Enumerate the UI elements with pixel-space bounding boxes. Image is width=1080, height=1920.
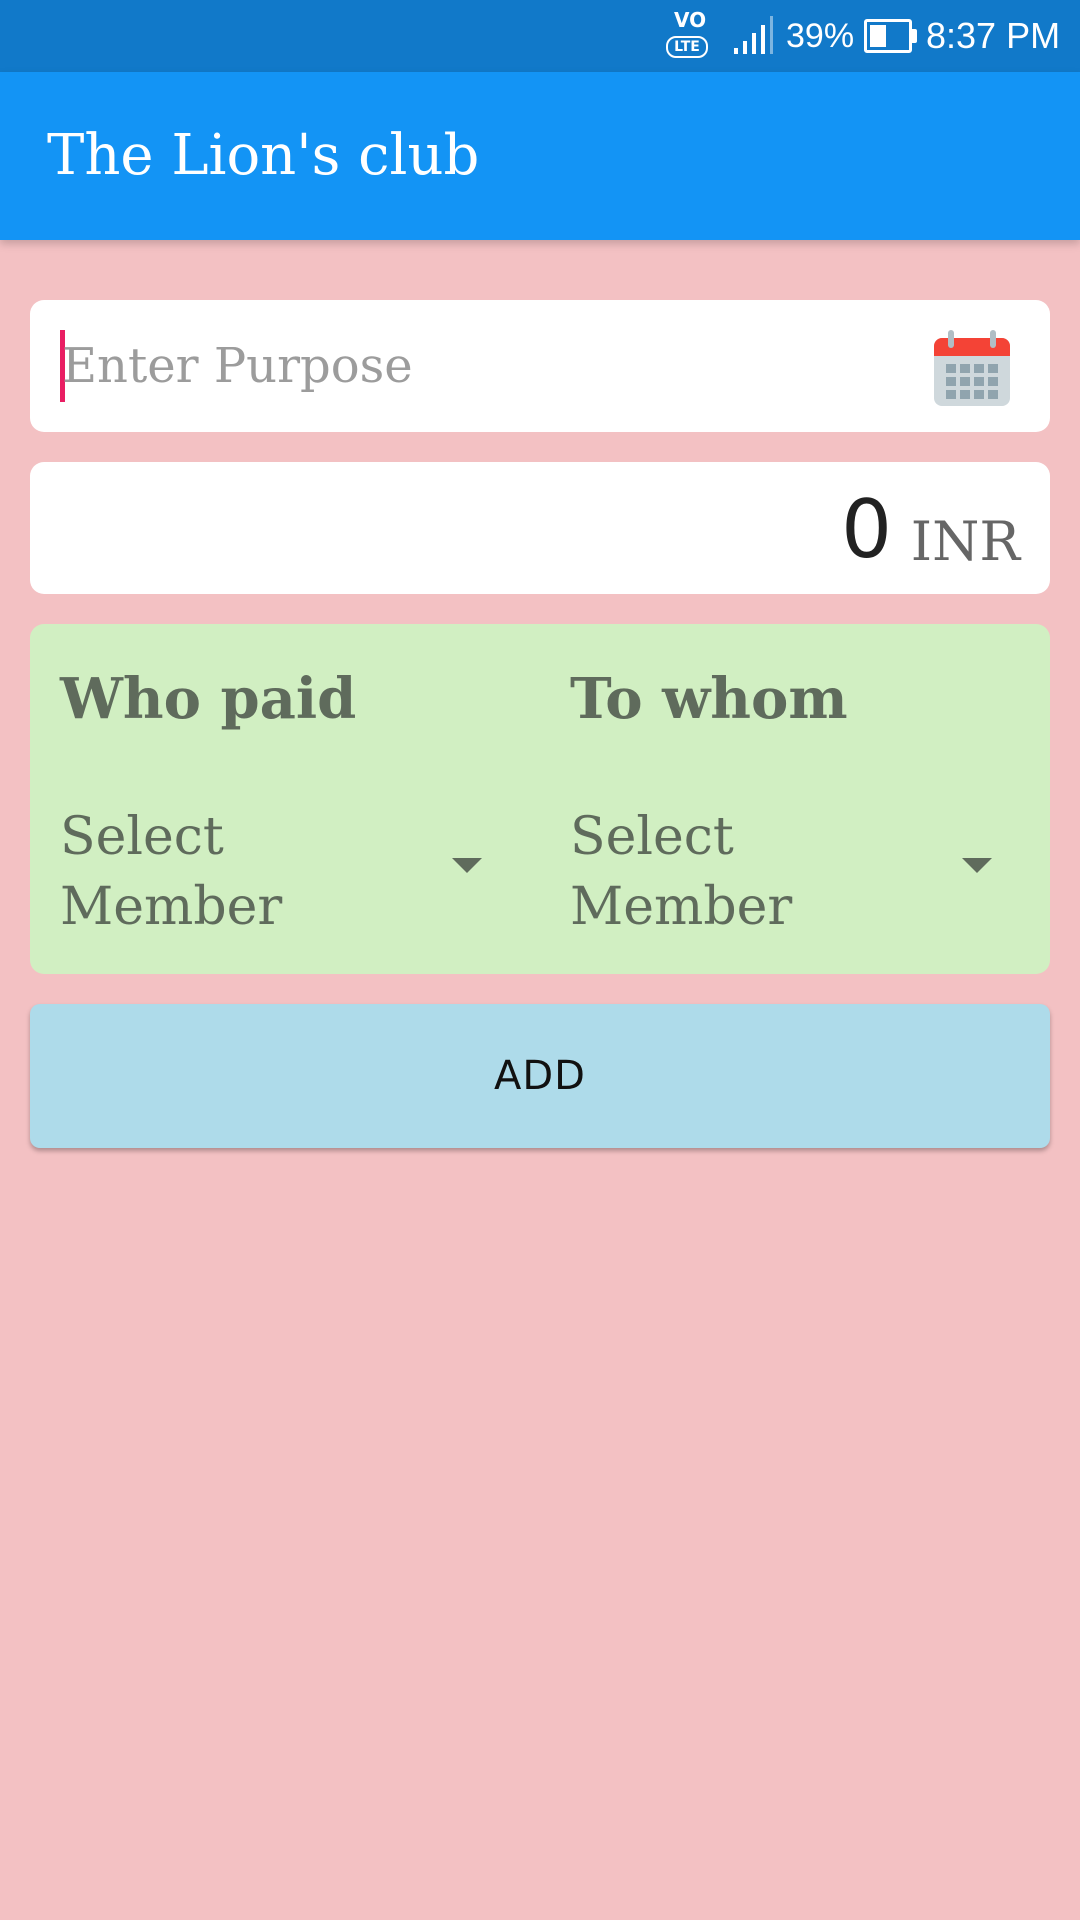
currency-label: INR bbox=[910, 510, 1020, 573]
app-title: The Lion's club bbox=[47, 123, 480, 188]
purpose-card bbox=[30, 300, 1050, 432]
volte-icon: VO LTE bbox=[664, 0, 712, 72]
to-whom-selected: Select Member bbox=[570, 807, 793, 937]
chevron-down-icon bbox=[452, 858, 482, 873]
payment-card: Who paid To whom Select Member Select Me… bbox=[30, 624, 1050, 974]
to-whom-select[interactable]: Select Member bbox=[570, 802, 1010, 942]
who-paid-title: Who paid bbox=[60, 666, 357, 732]
status-bar: VO LTE 39% 8:37 PM bbox=[0, 0, 1080, 72]
battery-fill bbox=[870, 25, 886, 47]
calendar-icon[interactable] bbox=[932, 328, 1012, 408]
add-button[interactable]: ADD bbox=[30, 1004, 1050, 1148]
lte-label: LTE bbox=[666, 36, 708, 58]
volte-label: VO bbox=[674, 8, 707, 32]
amount-value[interactable]: 0 bbox=[841, 484, 892, 576]
chevron-down-icon bbox=[962, 858, 992, 873]
purpose-input[interactable] bbox=[60, 324, 940, 408]
battery-percent: 39% bbox=[786, 16, 855, 55]
who-paid-selected: Select Member bbox=[60, 807, 283, 937]
signal-icon bbox=[732, 0, 776, 72]
clock: 8:37 PM bbox=[926, 15, 1061, 56]
app-bar: The Lion's club bbox=[0, 72, 1080, 240]
battery-icon bbox=[864, 0, 918, 72]
to-whom-title: To whom bbox=[570, 666, 848, 732]
who-paid-select[interactable]: Select Member bbox=[60, 802, 500, 942]
amount-card[interactable]: 0 INR bbox=[30, 462, 1050, 594]
